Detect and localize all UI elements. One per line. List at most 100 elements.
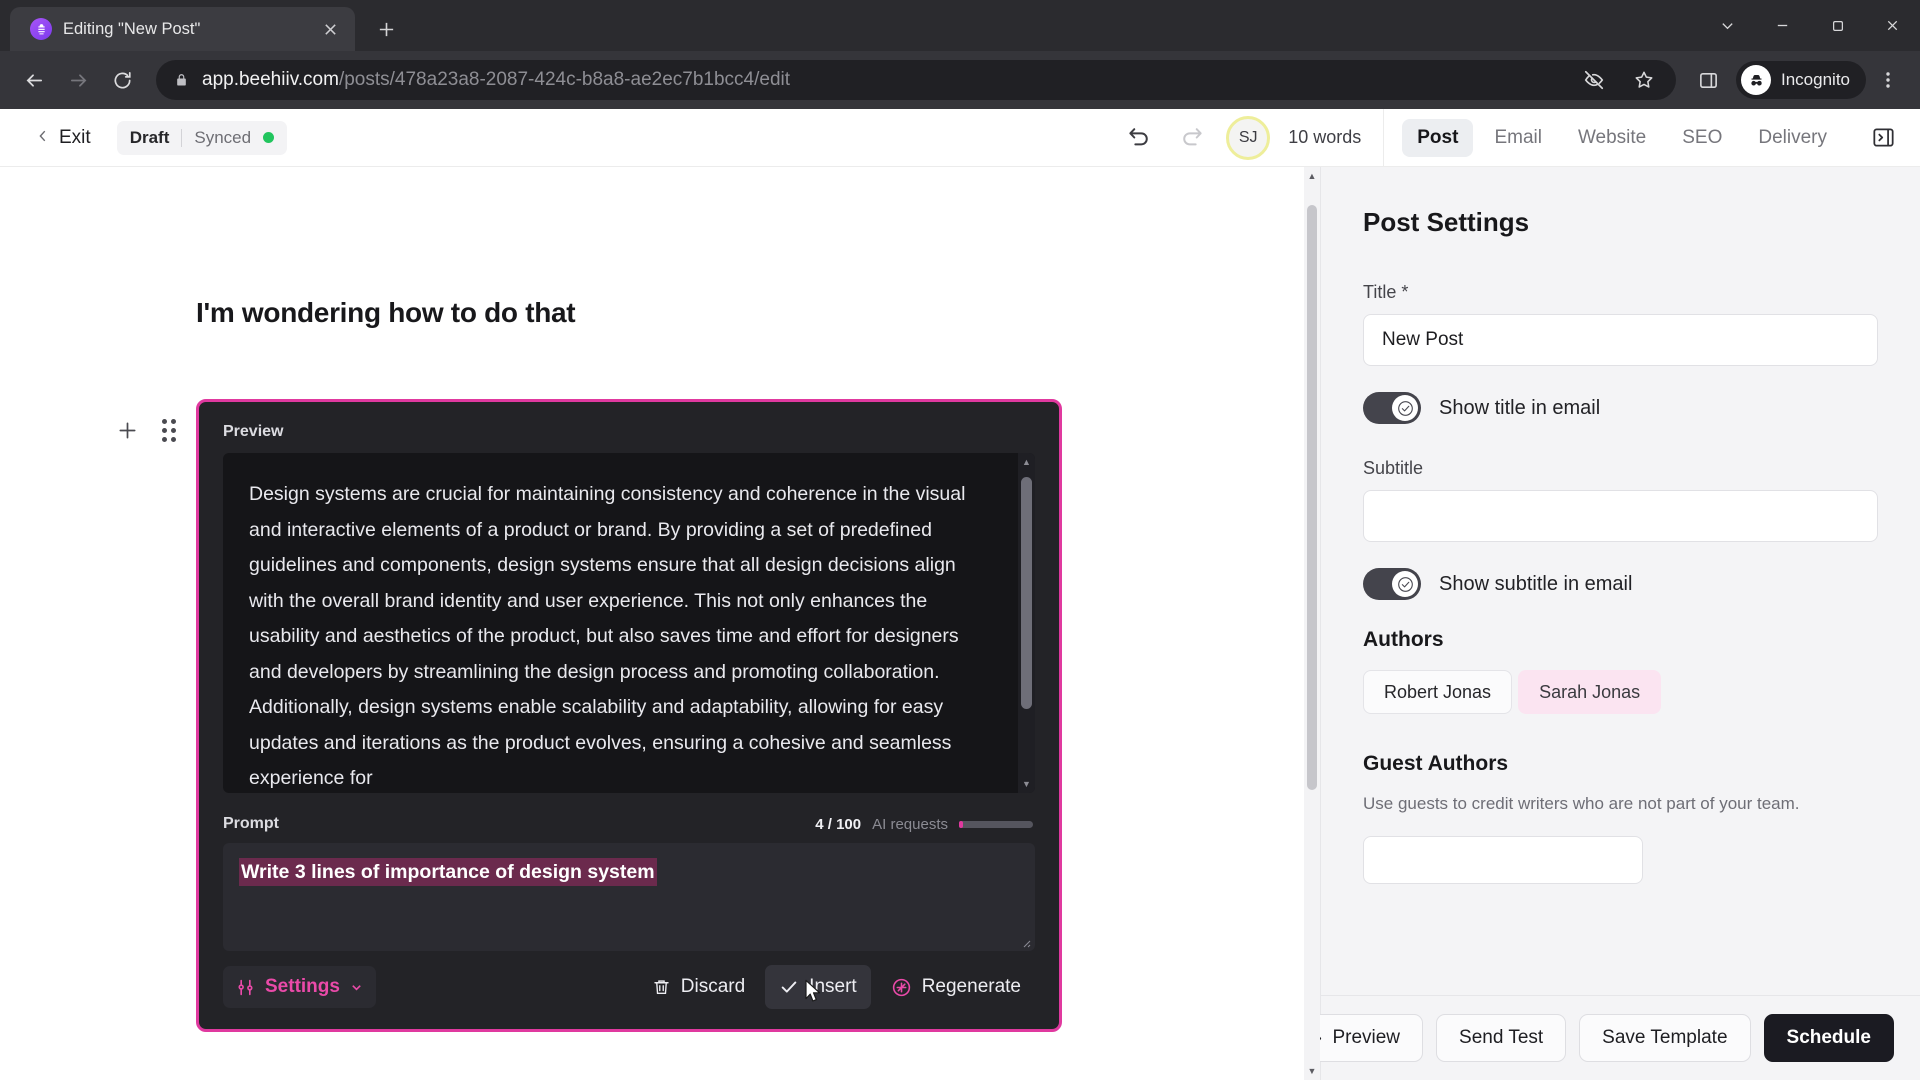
maximize-icon[interactable]	[1810, 0, 1865, 51]
send-test-button[interactable]: Send Test	[1436, 1014, 1567, 1062]
reload-icon[interactable]	[102, 60, 142, 100]
kebab-menu-icon[interactable]	[1870, 62, 1906, 98]
browser-tab-title: Editing "New Post"	[63, 19, 201, 38]
guest-authors-heading: Guest Authors	[1363, 752, 1509, 775]
exit-label: Exit	[59, 126, 91, 148]
tab-seo[interactable]: SEO	[1667, 119, 1737, 157]
incognito-indicator[interactable]: Incognito	[1736, 61, 1866, 99]
undo-icon[interactable]	[1122, 121, 1156, 155]
avatar-initials: SJ	[1238, 128, 1258, 146]
tab-email[interactable]: Email	[1479, 119, 1557, 157]
tab-delivery[interactable]: Delivery	[1743, 119, 1842, 157]
chevron-down-icon[interactable]	[1700, 0, 1755, 51]
avatar[interactable]: SJ	[1226, 115, 1271, 160]
tab-post[interactable]: Post	[1402, 118, 1474, 157]
ai-preview-region: Design systems are crucial for maintaini…	[223, 453, 1035, 793]
editor-canvas: I'm wondering how to do that Preview Des…	[0, 167, 1320, 1080]
editor-appbar-center: SJ 10 words	[1122, 115, 1383, 160]
ai-preview-scrollbar[interactable]: ▲ ▼	[1018, 453, 1035, 793]
browser-tabstrip: Editing "New Post"	[0, 0, 1920, 51]
ai-requests-meter: 4 / 100 AI requests	[815, 816, 1033, 833]
trash-icon	[652, 978, 671, 997]
window-controls	[1700, 0, 1920, 51]
collapse-panel-icon[interactable]	[1864, 119, 1902, 157]
ai-settings-button[interactable]: Settings	[223, 966, 376, 1008]
regenerate-button[interactable]: Regenerate	[877, 965, 1035, 1009]
insert-label: Insert	[809, 976, 857, 997]
show-subtitle-toggle[interactable]	[1363, 568, 1421, 600]
ai-primary-actions: Discard Insert Regenerate	[638, 965, 1035, 1009]
title-field-label: Title *	[1363, 282, 1409, 302]
settings-tabs: Post Email Website SEO Delivery	[1383, 109, 1920, 166]
scrollbar-thumb[interactable]	[1021, 477, 1032, 709]
close-icon[interactable]	[317, 16, 343, 42]
ai-settings-label: Settings	[265, 976, 340, 997]
schedule-button[interactable]: Schedule	[1763, 1014, 1894, 1062]
status-badge: Draft Synced	[116, 120, 288, 155]
arrow-back-icon[interactable]	[14, 60, 54, 100]
triangle-up-icon[interactable]: ▲	[1308, 167, 1317, 185]
tab-website[interactable]: Website	[1563, 119, 1661, 157]
subtitle-input[interactable]	[1363, 490, 1878, 542]
discard-button[interactable]: Discard	[638, 965, 759, 1009]
ai-requests-label: AI requests	[872, 815, 948, 833]
check-circle-icon	[1392, 571, 1418, 597]
status-synced-label: Synced	[194, 127, 252, 147]
check-icon	[779, 977, 799, 997]
show-title-toggle[interactable]	[1363, 392, 1421, 424]
plus-icon[interactable]	[106, 409, 148, 451]
preview-label: Preview	[1332, 1027, 1401, 1048]
triangle-down-icon[interactable]: ▼	[1022, 775, 1031, 793]
show-title-label: Show title in email	[1439, 396, 1601, 419]
insert-button[interactable]: Insert	[765, 965, 871, 1009]
url-domain: app.beehiiv.com	[202, 69, 339, 90]
author-chip[interactable]: Sarah Jonas	[1518, 670, 1662, 714]
triangle-up-icon[interactable]: ▲	[1022, 453, 1031, 471]
lock-icon	[174, 73, 189, 88]
drag-handle-icon[interactable]	[148, 409, 190, 451]
ai-prompt-label: Prompt	[223, 815, 279, 832]
scrollbar-thumb[interactable]	[1307, 205, 1317, 790]
incognito-hat-icon	[1741, 65, 1771, 95]
guest-author-input[interactable]	[1363, 836, 1643, 884]
new-tab-button[interactable]	[369, 12, 403, 46]
status-draft-label: Draft	[129, 127, 170, 147]
check-circle-icon	[1392, 395, 1418, 421]
browser-toolbar: app.beehiiv.com/posts/478a23a8-2087-424c…	[0, 51, 1920, 109]
scrollbar-track[interactable]	[1021, 471, 1032, 775]
ai-prompt-input[interactable]: Write 3 lines of importance of design sy…	[223, 843, 1035, 951]
show-subtitle-toggle-row: Show subtitle in email	[1363, 568, 1878, 600]
document-title[interactable]: I'm wondering how to do that	[196, 297, 1320, 329]
beehiiv-logo-icon	[30, 18, 52, 40]
post-settings-panel: Post Settings Title * New Post Show titl…	[1280, 167, 1920, 1080]
address-bar[interactable]: app.beehiiv.com/posts/478a23a8-2087-424c…	[156, 60, 1676, 100]
title-input[interactable]: New Post	[1363, 314, 1878, 366]
eye-off-icon[interactable]	[1576, 62, 1612, 98]
editor-body: I'm wondering how to do that Preview Des…	[0, 167, 1920, 1080]
url-path: /posts/478a23a8-2087-424c-b8a8-ae2ec7b1b…	[338, 69, 791, 90]
divider	[181, 128, 183, 147]
authors-heading: Authors	[1363, 628, 1444, 651]
star-icon[interactable]	[1626, 62, 1662, 98]
post-settings-scroll: Post Settings Title * New Post Show titl…	[1321, 167, 1920, 995]
show-title-toggle-row: Show title in email	[1363, 392, 1878, 424]
author-chip[interactable]: Robert Jonas	[1363, 670, 1513, 714]
discard-label: Discard	[680, 976, 746, 997]
ai-preview-text: Design systems are crucial for maintaini…	[249, 483, 966, 789]
minimize-icon[interactable]	[1755, 0, 1810, 51]
subtitle-field-label: Subtitle	[1363, 458, 1424, 478]
canvas-scrollbar[interactable]: ▲ ▼	[1304, 167, 1320, 1080]
save-template-button[interactable]: Save Template	[1579, 1014, 1751, 1062]
resize-grip-icon[interactable]	[1019, 936, 1031, 948]
exit-button[interactable]: Exit	[36, 127, 91, 149]
scrollbar-track[interactable]	[1304, 185, 1320, 1062]
triangle-down-icon[interactable]: ▼	[1308, 1062, 1317, 1080]
word-count: 10 words	[1288, 127, 1362, 147]
ai-prompt-value: Write 3 lines of importance of design sy…	[239, 858, 657, 886]
browser-tab[interactable]: Editing "New Post"	[10, 7, 355, 51]
post-settings-footer: Preview Send Test Save Template Schedule	[1280, 995, 1920, 1080]
guest-authors-row	[1363, 836, 1878, 884]
sliders-icon	[236, 978, 255, 997]
side-panel-icon[interactable]	[1690, 62, 1726, 98]
close-icon[interactable]	[1865, 0, 1920, 51]
